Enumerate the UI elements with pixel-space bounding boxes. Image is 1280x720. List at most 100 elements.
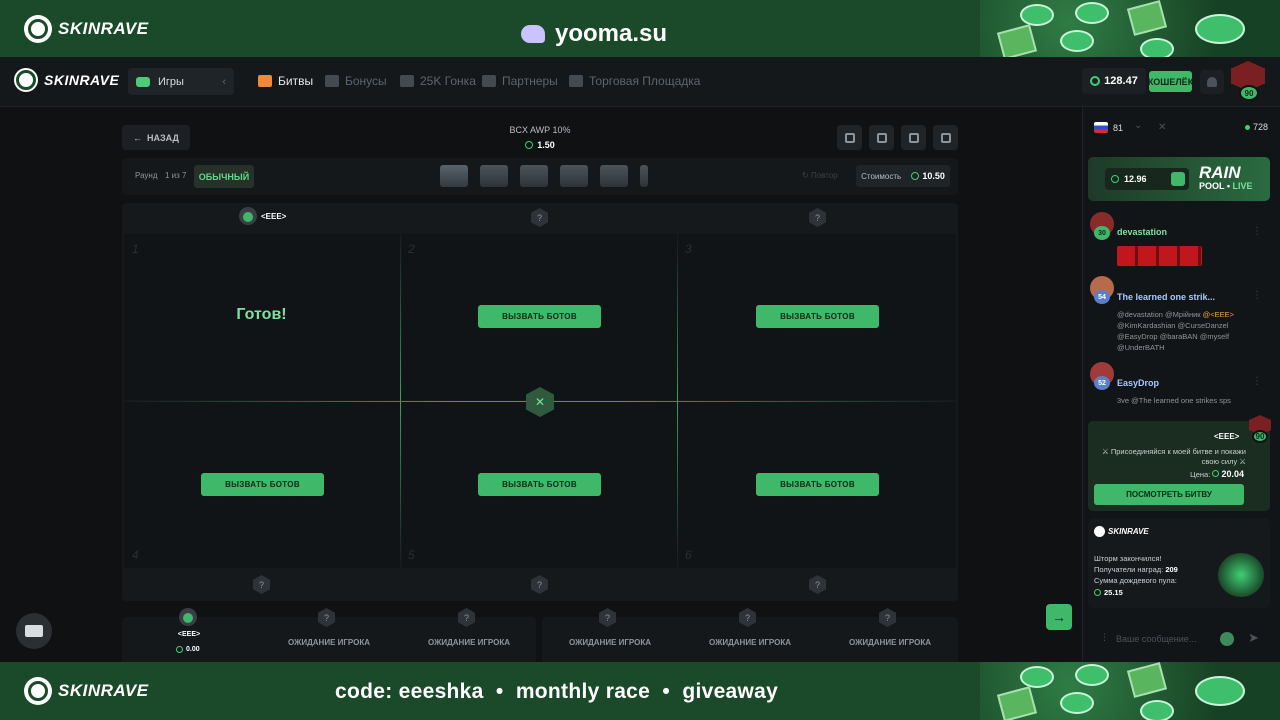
nav-item-partners[interactable]: Партнеры [482, 74, 558, 88]
call-bots-button[interactable]: ВЫЗВАТЬ БОТОВ [756, 473, 879, 496]
battles-icon [258, 75, 272, 87]
storm-recipients-label: Получатели наград: [1094, 565, 1164, 574]
call-bots-button[interactable]: ВЫЗВАТЬ БОТОВ [756, 305, 879, 328]
cell-number: 3 [685, 242, 692, 256]
chat-input[interactable]: ⋮ Ваше сообщение... ➤ [1090, 626, 1272, 652]
site-logo[interactable]: SKINRAVE [14, 68, 119, 92]
waiting-label: ОЖИДАНИЕ ИГРОКА [427, 638, 511, 647]
skinrave-logo-icon [14, 68, 38, 92]
case-price-value: 1.50 [537, 140, 555, 150]
yooma-sponsor: yooma.su [521, 20, 667, 48]
waiting-label: ОЖИДАНИЕ ИГРОКА [287, 638, 371, 647]
share-icon [876, 132, 887, 143]
notifications-bell-icon[interactable] [1200, 70, 1224, 94]
cost-box: Стоимость 10.50 [856, 165, 950, 187]
rain-pool-label: POOL [1199, 181, 1225, 191]
invite-username[interactable]: <EEE> [1214, 432, 1239, 441]
waiting-label: ОЖИДАНИЕ ИГРОКА [708, 638, 792, 647]
chat-toggle-button[interactable] [16, 613, 52, 649]
stream-brand-logo: SKINRAVE [24, 677, 149, 705]
chat-room-count: 81 [1113, 123, 1124, 133]
market-icon [569, 75, 583, 87]
cell-number: 6 [685, 548, 692, 562]
message-menu-icon[interactable]: ⋮ [1252, 226, 1262, 237]
chat-level-badge: 30 [1094, 226, 1110, 240]
cell-number: 5 [408, 548, 415, 562]
nav-item-market[interactable]: Торговая Площадка [569, 74, 700, 88]
coin-icon [176, 646, 183, 653]
chat-level-badge: 52 [1094, 376, 1110, 390]
arrow-left-icon: ← [133, 132, 143, 143]
copy-link-button[interactable] [901, 125, 926, 150]
chevron-down-icon[interactable]: ⌄ [1134, 120, 1142, 131]
balance-display[interactable]: 128.47 [1082, 68, 1146, 94]
cell-number: 1 [132, 242, 139, 256]
rain-live-label: LIVE [1232, 181, 1253, 191]
user-avatar[interactable]: 90 [1231, 61, 1267, 101]
call-bots-button[interactable]: ВЫЗВАТЬ БОТОВ [201, 473, 324, 496]
case-thumbnail[interactable] [640, 165, 648, 187]
storm-line: Получатели наград: 209 [1094, 565, 1178, 574]
chat-menu-icon[interactable]: ⋮ [1100, 632, 1109, 643]
nav-item-bonuses[interactable]: Бонусы [325, 74, 387, 88]
case-title: BCX AWP 10% [509, 125, 571, 135]
fairness-button[interactable] [933, 125, 958, 150]
language-flag-icon[interactable] [1094, 122, 1108, 133]
message-menu-icon[interactable]: ⋮ [1252, 376, 1262, 387]
back-label: НАЗАД [147, 132, 179, 143]
chat-username[interactable]: EasyDrop [1117, 378, 1159, 388]
nav-item-battles[interactable]: Битвы [258, 74, 313, 88]
slot-player-1[interactable]: <EEE> [239, 207, 286, 225]
call-bots-button[interactable]: ВЫЗВАТЬ БОТОВ [478, 473, 601, 496]
next-arrow-button[interactable]: → [1046, 604, 1072, 630]
coin-icon [1212, 470, 1220, 477]
skinrave-logo-icon [24, 15, 52, 43]
storm-brand: SKINRAVE [1094, 526, 1149, 537]
chat-message-text: 3ve @The learned one strikes sps [1117, 396, 1231, 405]
message-menu-icon[interactable]: ⋮ [1252, 290, 1262, 301]
yooma-text: yooma.su [555, 20, 668, 47]
player-total: 0.00 [176, 646, 200, 653]
gift-icon [325, 75, 339, 87]
player-name: <EEE> [261, 211, 287, 221]
rain-amount-value: 12.96 [1124, 174, 1147, 184]
player-total-value: 0.00 [186, 646, 200, 653]
chat-username[interactable]: The learned one strik... [1117, 292, 1215, 302]
rain-title: RAIN [1199, 163, 1241, 182]
chevron-left-icon: ‹ [222, 75, 226, 88]
case-thumbnail[interactable] [520, 165, 548, 187]
message-mention[interactable]: @<EEE> [1203, 310, 1234, 319]
coins-illustration [1218, 553, 1264, 597]
chat-username[interactable]: devastation [1117, 227, 1167, 237]
case-thumbnail[interactable] [440, 165, 468, 187]
repeat-button[interactable]: ↻ Повтор [802, 171, 838, 180]
coins-decoration [980, 0, 1280, 57]
skinrave-logo-icon [24, 677, 52, 705]
coins-decoration [980, 662, 1280, 720]
storm-recipients-value: 209 [1165, 565, 1178, 574]
view-battle-button[interactable]: ПОСМОТРЕТЬ БИТВУ [1094, 484, 1244, 505]
emoji-icon[interactable] [1220, 632, 1234, 646]
nav-item-label: Партнеры [502, 74, 558, 88]
wallet-button[interactable]: КОШЕЛЁК [1148, 71, 1193, 92]
back-button[interactable]: ← НАЗАД [122, 125, 190, 150]
nav-item-label: Торговая Площадка [589, 74, 701, 88]
cell-number: 4 [132, 548, 139, 562]
flag-icon [400, 75, 414, 87]
games-dropdown-button[interactable]: Игры ‹ [128, 68, 234, 95]
case-price: 1.50 [480, 140, 600, 150]
link-icon [908, 132, 919, 143]
case-thumbnail[interactable] [600, 165, 628, 187]
cell-number: 2 [408, 242, 415, 256]
coin-icon [1090, 76, 1101, 86]
case-thumbnail[interactable] [480, 165, 508, 187]
nav-item-race[interactable]: 25K Гонка [400, 74, 476, 88]
case-thumbnail[interactable] [560, 165, 588, 187]
waiting-label: ОЖИДАНИЕ ИГРОКА [568, 638, 652, 647]
call-bots-button[interactable]: ВЫЗВАТЬ БОТОВ [478, 305, 601, 328]
send-icon[interactable]: ➤ [1248, 630, 1259, 646]
share-button[interactable] [869, 125, 894, 150]
mute-button[interactable] [837, 125, 862, 150]
shield-icon [940, 132, 951, 143]
mute-chat-icon[interactable]: ✕ [1158, 122, 1166, 133]
